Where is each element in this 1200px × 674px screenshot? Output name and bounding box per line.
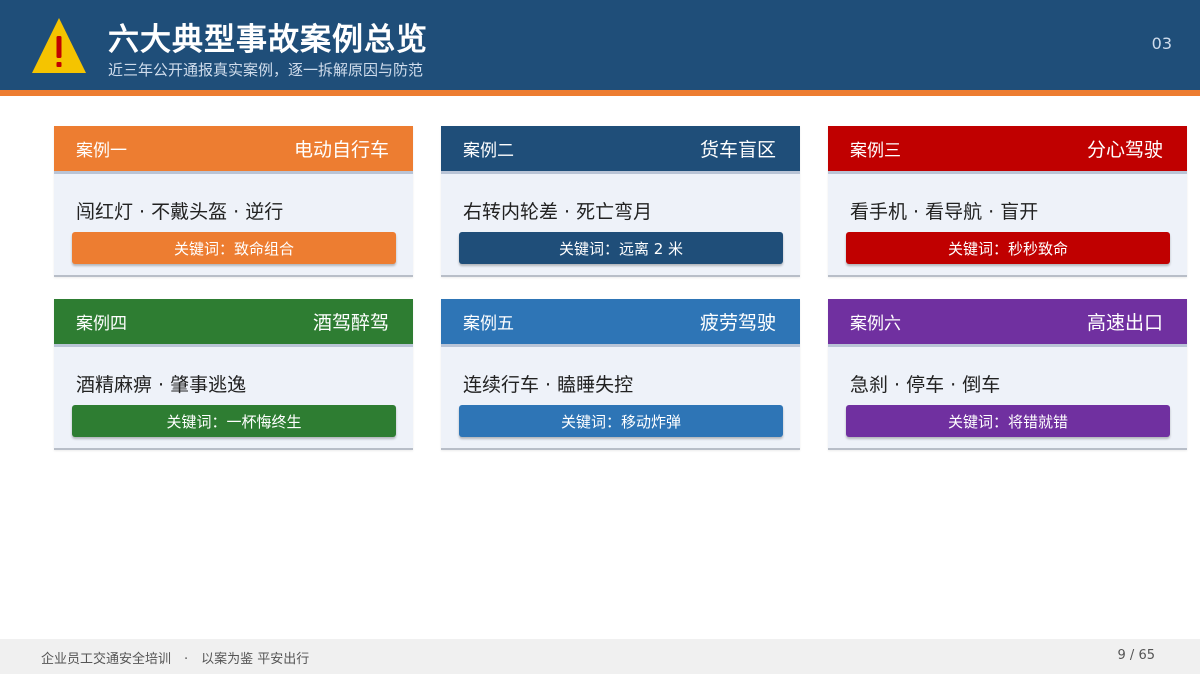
header-accent-stripe — [0, 90, 1200, 96]
card-divider — [828, 344, 1187, 347]
footer-course-title: 企业员工交通安全培训 · 以案为鉴 平安出行 — [41, 652, 310, 667]
case-description: 闯红灯 · 不戴头盔 · 逆行 — [76, 201, 284, 223]
keyword-badge: 关键词：将错就错 — [846, 405, 1170, 437]
case-card-2: 案例二 货车盲区 右转内轮差 · 死亡弯月 关键词：远离 2 米 — [441, 126, 800, 277]
case-label: 案例一 — [76, 141, 127, 161]
case-card-header: 案例五 疲劳驾驶 — [441, 299, 800, 344]
case-label: 案例六 — [850, 314, 901, 334]
case-label: 案例四 — [76, 314, 127, 334]
case-card-1: 案例一 电动自行车 闯红灯 · 不戴头盔 · 逆行 关键词：致命组合 — [54, 126, 413, 277]
slide-counter: 9 / 65 — [1117, 648, 1155, 663]
case-card-6: 案例六 高速出口 急刹 · 停车 · 倒车 关键词：将错就错 — [828, 299, 1187, 450]
case-card-header: 案例六 高速出口 — [828, 299, 1187, 344]
card-divider — [54, 171, 413, 174]
case-card-header: 案例二 货车盲区 — [441, 126, 800, 171]
case-description: 连续行车 · 瞌睡失控 — [463, 374, 634, 396]
case-category: 分心驾驶 — [1086, 139, 1163, 161]
case-description: 右转内轮差 · 死亡弯月 — [463, 201, 653, 223]
case-card-3: 案例三 分心驾驶 看手机 · 看导航 · 盲开 关键词：秒秒致命 — [828, 126, 1187, 277]
page-subtitle: 近三年公开通报真实案例，逐一拆解原因与防范 — [108, 61, 424, 79]
case-card-header: 案例一 电动自行车 — [54, 126, 413, 171]
keyword-badge: 关键词：秒秒致命 — [846, 232, 1170, 264]
case-card-header: 案例三 分心驾驶 — [828, 126, 1187, 171]
case-category: 高速出口 — [1086, 312, 1163, 334]
card-divider — [828, 171, 1187, 174]
case-card-5: 案例五 疲劳驾驶 连续行车 · 瞌睡失控 关键词：移动炸弹 — [441, 299, 800, 450]
card-divider — [54, 344, 413, 347]
case-category: 疲劳驾驶 — [699, 312, 776, 334]
case-category: 电动自行车 — [293, 139, 389, 161]
case-card-header: 案例四 酒驾醉驾 — [54, 299, 413, 344]
case-category: 货车盲区 — [699, 139, 776, 161]
card-divider — [441, 171, 800, 174]
keyword-badge: 关键词：移动炸弹 — [459, 405, 783, 437]
keyword-badge: 关键词：远离 2 米 — [459, 232, 783, 264]
keyword-badge: 关键词：致命组合 — [72, 232, 396, 264]
case-description: 急刹 · 停车 · 倒车 — [850, 374, 1001, 396]
page-title: 六大典型事故案例总览 — [108, 22, 428, 58]
warning-triangle-icon — [32, 18, 86, 73]
case-label: 案例五 — [463, 314, 514, 334]
case-label: 案例三 — [850, 141, 901, 161]
case-description: 酒精麻痹 · 肇事逃逸 — [76, 374, 247, 396]
section-number: 03 — [1151, 34, 1172, 53]
keyword-badge: 关键词：一杯悔终生 — [72, 405, 396, 437]
case-category: 酒驾醉驾 — [312, 312, 389, 334]
case-card-4: 案例四 酒驾醉驾 酒精麻痹 · 肇事逃逸 关键词：一杯悔终生 — [54, 299, 413, 450]
case-label: 案例二 — [463, 141, 514, 161]
case-description: 看手机 · 看导航 · 盲开 — [850, 201, 1039, 223]
footer-bar: 企业员工交通安全培训 · 以案为鉴 平安出行 9 / 65 — [0, 639, 1200, 674]
card-divider — [441, 344, 800, 347]
